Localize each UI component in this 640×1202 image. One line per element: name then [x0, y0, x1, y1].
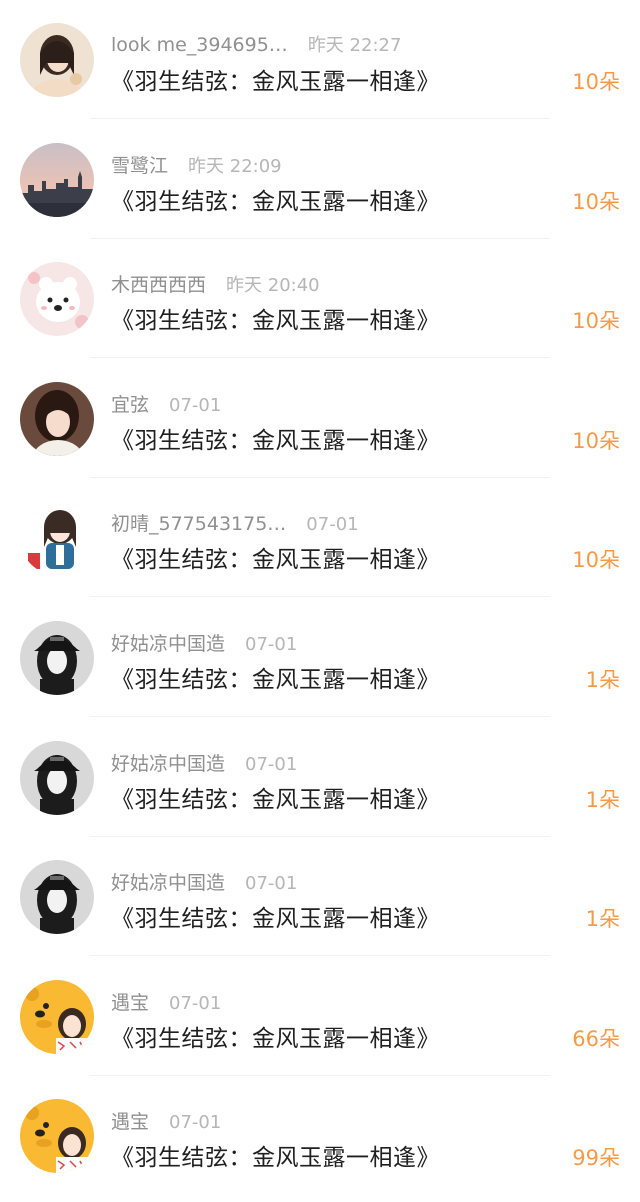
avatar-city-sunset-icon[interactable] [20, 143, 94, 217]
username[interactable]: look me_394695… [111, 34, 288, 56]
gift-record-row[interactable]: 木西西西西 昨天 20:40 《羽生结弦：金风玉露一相逢》 10朵 [0, 239, 640, 358]
avatar-cap-girl-icon[interactable] [20, 741, 94, 815]
flower-count: 66朵 [572, 1027, 620, 1051]
gift-record-row[interactable]: 遇宝 07-01 《羽生结弦：金风玉露一相逢》 99朵 [0, 1076, 640, 1195]
flower-count: 10朵 [572, 429, 620, 453]
gift-record-row[interactable]: 好姑凉中国造 07-01 《羽生结弦：金风玉露一相逢》 1朵 [0, 718, 640, 837]
avatar-girl-icon[interactable] [20, 23, 94, 97]
username[interactable]: 遇宝 [111, 992, 149, 1014]
row-meta: 好姑凉中国造 07-01 [111, 629, 297, 655]
avatar-bear-icon[interactable] [20, 262, 94, 336]
gift-record-row[interactable]: 宜弦 07-01 《羽生结弦：金风玉露一相逢》 10朵 [0, 359, 640, 478]
work-title[interactable]: 《羽生结弦：金风玉露一相逢》 [111, 1138, 440, 1172]
flower-count: 1朵 [585, 668, 620, 692]
username[interactable]: 好姑凉中国造 [111, 633, 225, 655]
avatar-cap-girl-icon[interactable] [20, 621, 94, 695]
gift-record-row[interactable]: 遇宝 07-01 《羽生结弦：金风玉露一相逢》 66朵 [0, 957, 640, 1076]
avatar-pooh-icon[interactable] [20, 1099, 94, 1173]
work-title[interactable]: 《羽生结弦：金风玉露一相逢》 [111, 780, 440, 814]
work-title[interactable]: 《羽生结弦：金风玉露一相逢》 [111, 301, 440, 335]
row-meta: 宜弦 07-01 [111, 390, 221, 416]
timestamp: 07-01 [306, 514, 359, 535]
timestamp: 昨天 22:09 [188, 156, 282, 177]
avatar-pooh-icon[interactable] [20, 980, 94, 1054]
row-meta: 初晴_577543175… 07-01 [111, 509, 359, 535]
gift-record-row[interactable]: 好姑凉中国造 07-01 《羽生结弦：金风玉露一相逢》 1朵 [0, 837, 640, 956]
avatar-cap-girl-icon[interactable] [20, 860, 94, 934]
timestamp: 07-01 [245, 873, 298, 894]
username[interactable]: 遇宝 [111, 1111, 149, 1133]
timestamp: 07-01 [245, 634, 298, 655]
gift-record-row[interactable]: 雪鹭江 昨天 22:09 《羽生结弦：金风玉露一相逢》 10朵 [0, 120, 640, 239]
avatar-woman-portrait-icon[interactable] [20, 382, 94, 456]
username[interactable]: 初晴_577543175… [111, 513, 286, 535]
work-title[interactable]: 《羽生结弦：金风玉露一相逢》 [111, 182, 440, 216]
row-meta: 遇宝 07-01 [111, 1107, 221, 1133]
row-meta: look me_394695… 昨天 22:27 [111, 31, 401, 57]
gift-record-row[interactable]: 初晴_577543175… 07-01 《羽生结弦：金风玉露一相逢》 10朵 [0, 478, 640, 597]
flower-count: 10朵 [572, 70, 620, 94]
timestamp: 07-01 [169, 993, 222, 1014]
timestamp: 07-01 [245, 754, 298, 775]
work-title[interactable]: 《羽生结弦：金风玉露一相逢》 [111, 540, 440, 574]
flower-count: 10朵 [572, 548, 620, 572]
flower-count: 1朵 [585, 788, 620, 812]
flower-count: 99朵 [572, 1146, 620, 1170]
timestamp: 07-01 [169, 1112, 222, 1133]
username[interactable]: 木西西西西 [111, 274, 206, 296]
row-meta: 遇宝 07-01 [111, 988, 221, 1014]
row-meta: 雪鹭江 昨天 22:09 [111, 151, 282, 177]
username[interactable]: 雪鹭江 [111, 155, 168, 177]
flower-count: 1朵 [585, 907, 620, 931]
flower-count: 10朵 [572, 309, 620, 333]
gift-record-row[interactable]: 好姑凉中国造 07-01 《羽生结弦：金风玉露一相逢》 1朵 [0, 598, 640, 717]
username[interactable]: 好姑凉中国造 [111, 872, 225, 894]
username[interactable]: 宜弦 [111, 394, 149, 416]
timestamp: 昨天 22:27 [307, 35, 402, 56]
work-title[interactable]: 《羽生结弦：金风玉露一相逢》 [111, 1019, 440, 1053]
work-title[interactable]: 《羽生结弦：金风玉露一相逢》 [111, 899, 440, 933]
flower-count: 10朵 [572, 190, 620, 214]
avatar-anime-girl-icon[interactable] [20, 501, 94, 575]
gift-record-row[interactable]: look me_394695… 昨天 22:27 《羽生结弦：金风玉露一相逢》 10朵 [0, 0, 640, 119]
work-title[interactable]: 《羽生结弦：金风玉露一相逢》 [111, 660, 440, 694]
work-title[interactable]: 《羽生结弦：金风玉露一相逢》 [111, 421, 440, 455]
username[interactable]: 好姑凉中国造 [111, 753, 225, 775]
timestamp: 昨天 20:40 [226, 275, 320, 296]
row-meta: 好姑凉中国造 07-01 [111, 749, 297, 775]
row-meta: 木西西西西 昨天 20:40 [111, 270, 320, 296]
work-title[interactable]: 《羽生结弦：金风玉露一相逢》 [111, 62, 440, 96]
row-meta: 好姑凉中国造 07-01 [111, 868, 297, 894]
timestamp: 07-01 [169, 395, 222, 416]
